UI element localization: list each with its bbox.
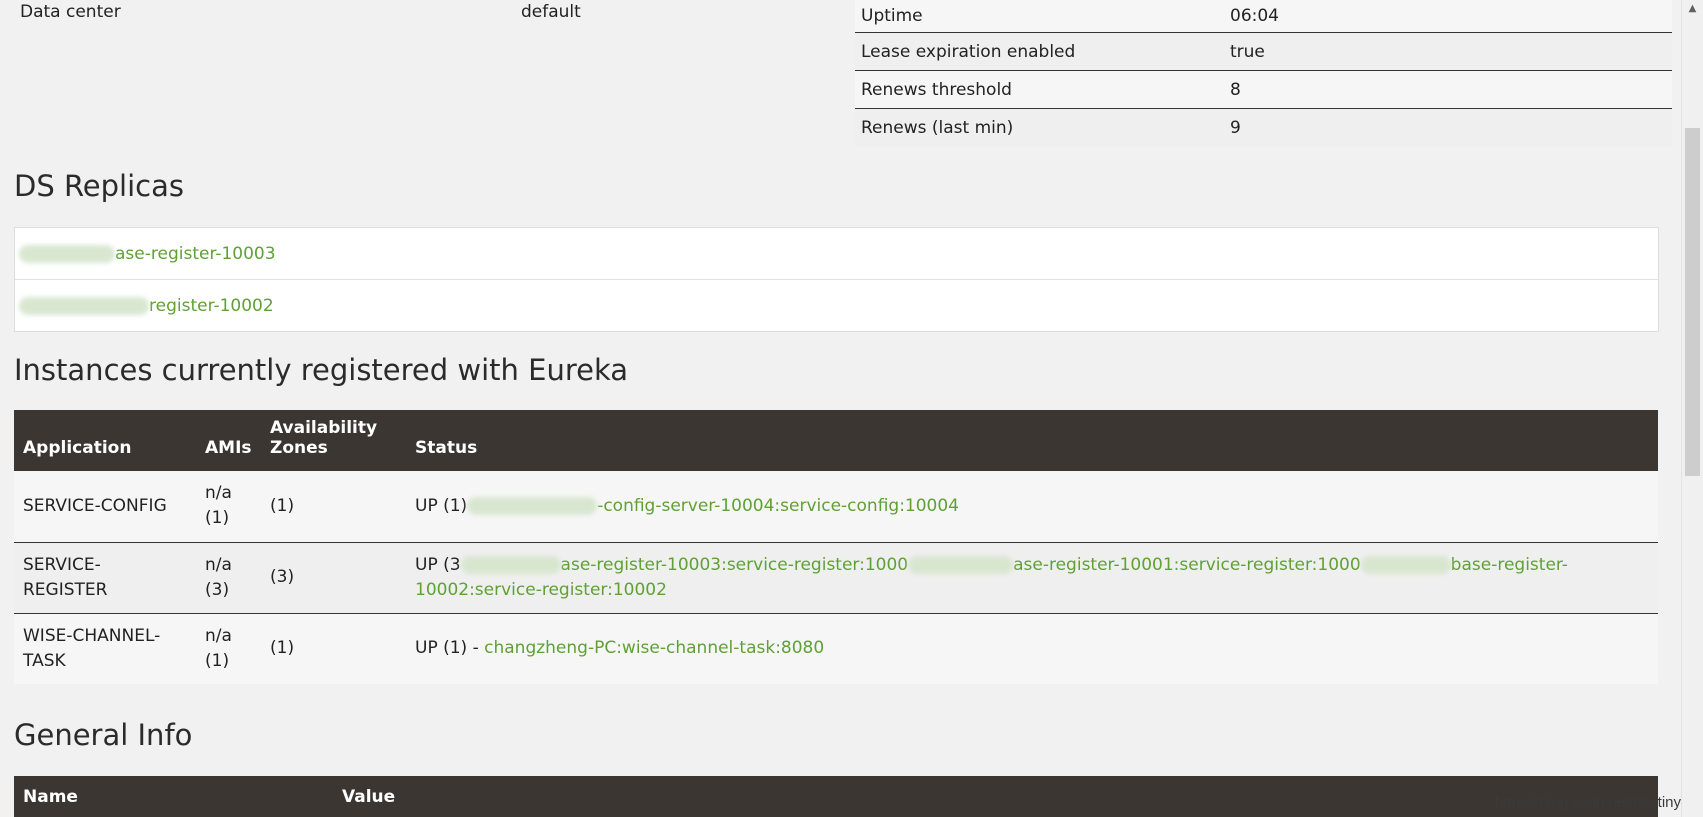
replica-item: ase-register-10003 [15, 228, 1658, 280]
scrollbar-thumb[interactable] [1685, 128, 1700, 476]
col-value: Value [342, 787, 396, 807]
system-status-right: Uptime 06:04 Lease expiration enabled tr… [855, 0, 1672, 147]
application-cell: SERVICE- REGISTER [14, 542, 196, 614]
instance-link[interactable]: 10002:service-register:10002 [415, 580, 667, 600]
col-zones: Availability Zones [261, 410, 406, 471]
col-name: Name [23, 787, 78, 807]
status-row: Uptime 06:04 [855, 0, 1672, 33]
application-cell: WISE-CHANNEL- TASK [14, 613, 196, 684]
instances-table: Application AMIs Availability Zones Statu… [14, 410, 1658, 684]
vertical-scrollbar[interactable]: ▲ [1681, 0, 1703, 817]
col-amis: AMIs [196, 410, 261, 471]
ds-replicas-list: ase-register-10003 register-10002 [14, 227, 1659, 332]
redacted-region [908, 555, 1014, 574]
instance-link[interactable]: -config-server-10004:service-config:1000… [597, 496, 959, 516]
status-key: Uptime [861, 6, 923, 26]
replica-link[interactable]: ase-register-10003 [115, 244, 276, 264]
status-cell: UP (3 ase-register-10003:service-register… [406, 542, 1658, 614]
table-row: SERVICE-CONFIG n/a (1) (1) UP (1) -config-… [14, 471, 1658, 543]
application-cell: SERVICE-CONFIG [14, 471, 196, 543]
redacted-region [467, 496, 598, 515]
general-info-table-header: Name Value [14, 776, 1658, 817]
status-key: Renews (last min) [861, 118, 1014, 138]
status-value: true [1230, 41, 1265, 62]
zones-cell: (3) [261, 542, 406, 614]
replica-link[interactable]: register-10002 [149, 296, 274, 316]
instance-link[interactable]: base-register- [1451, 555, 1568, 575]
replica-item: register-10002 [15, 280, 1658, 331]
table-row: WISE-CHANNEL- TASK n/a (1) (1) UP (1) - ch… [14, 613, 1658, 684]
col-status: Status [406, 410, 1658, 471]
amis-cell: n/a (3) [196, 542, 261, 614]
instance-link[interactable]: changzheng-PC:wise-channel-task:8080 [484, 638, 824, 658]
table-row: SERVICE- REGISTER n/a (3) (3) UP (3 ase-reg… [14, 542, 1658, 614]
redacted-region [19, 296, 149, 315]
status-value: 8 [1230, 79, 1241, 100]
status-key: Renews threshold [861, 79, 1012, 100]
status-cell: UP (1) - changzheng-PC:wise-channel-task… [406, 613, 1658, 684]
scroll-up-arrow-icon[interactable]: ▲ [1685, 0, 1700, 17]
zones-cell: (1) [261, 613, 406, 684]
amis-cell: n/a (1) [196, 471, 261, 543]
general-info-heading: General Info [14, 718, 193, 752]
instance-link[interactable]: ase-register-10003:service-register:1000 [561, 555, 909, 575]
ds-replicas-heading: DS Replicas [14, 169, 184, 203]
redacted-region [460, 555, 561, 574]
status-value: 9 [1230, 118, 1241, 138]
table-header-row: Application AMIs Availability Zones Statu… [14, 410, 1658, 471]
amis-cell: n/a (1) [196, 613, 261, 684]
data-center-value: default [521, 2, 581, 22]
zones-cell: (1) [261, 471, 406, 543]
redacted-region [19, 244, 115, 263]
status-cell: UP (1) -config-server-10004:service-confi… [406, 471, 1658, 543]
status-row: Renews (last min) 9 [855, 109, 1672, 147]
instances-heading: Instances currently registered with Eure… [14, 353, 629, 387]
status-row: Lease expiration enabled true [855, 33, 1672, 71]
redacted-region [1360, 555, 1451, 574]
col-application: Application [14, 410, 196, 471]
watermark: https://blog.csdn.net/destiny [1495, 794, 1681, 811]
data-center-label: Data center [20, 2, 121, 22]
status-key: Lease expiration enabled [861, 41, 1076, 62]
status-value: 06:04 [1230, 6, 1279, 26]
instance-link[interactable]: ase-register-10001:service-register:1000 [1013, 555, 1361, 575]
status-row: Renews threshold 8 [855, 71, 1672, 109]
